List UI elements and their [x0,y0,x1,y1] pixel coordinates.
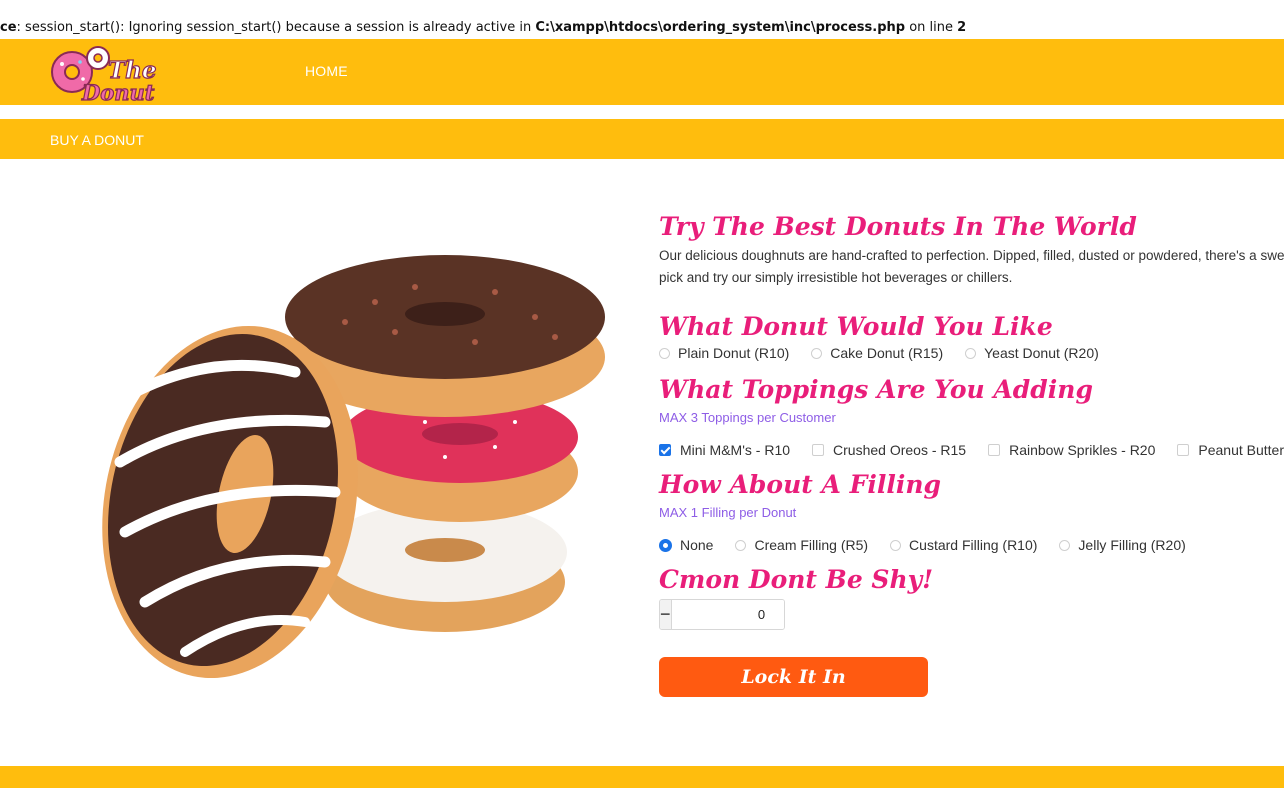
checkbox-rainbow-sprinkles[interactable] [988,444,1001,456]
sub-navbar: BUY A DONUT [0,119,1284,159]
radio-cream-filling[interactable] [735,539,747,551]
option-label: Jelly Filling (R20) [1078,537,1186,553]
option-label: Mini M&M's - R10 [680,442,791,458]
quantity-heading: Cmon Dont Be Shy! [659,565,934,594]
donut-logo[interactable]: The Donut [48,42,170,104]
order-form: Try The Best Donuts In The World Our del… [659,210,1284,697]
radio-plain-donut[interactable] [659,347,670,359]
radio-jelly-filling[interactable] [1059,539,1071,551]
filling-option-custard[interactable]: Custard Filling (R10) [890,537,1037,553]
intro-heading: Try The Best Donuts In The World [659,212,1137,241]
option-label: Yeast Donut (R20) [984,345,1099,361]
topping-option-oreos[interactable]: Crushed Oreos - R15 [812,442,966,458]
notice-message: : session_start(): Ignoring session_star… [16,20,536,35]
toppings-note: MAX 3 Toppings per Customer [659,410,836,425]
radio-yeast-donut[interactable] [965,347,977,359]
radio-cake-donut[interactable] [811,347,823,359]
logo-text-bottom: Donut [81,80,155,104]
filling-option-cream[interactable]: Cream Filling (R5) [735,537,868,553]
nav-home-link[interactable]: HOME [305,63,348,79]
checkbox-mini-mms[interactable] [659,444,671,456]
toppings-heading: What Toppings Are You Adding [659,375,1093,404]
footer-bar [0,766,1284,788]
nav-buy-donut-link[interactable]: BUY A DONUT [50,132,144,148]
quantity-decrement-button[interactable]: − [660,600,671,629]
donut-stack-image [102,255,605,679]
topping-option-sprinkles[interactable]: Rainbow Sprikles - R20 [988,442,1155,458]
quantity-input[interactable] [670,600,784,629]
lock-it-in-button[interactable]: Lock It In [659,657,928,697]
topping-option-peanut-butter[interactable]: Peanut Butter - R25 [1177,442,1284,458]
topping-options: Mini M&M's - R10 Crushed Oreos - R15 Rai… [659,442,1284,458]
radio-custard-filling[interactable] [890,539,902,551]
notice-on-line: on line [905,20,958,35]
option-label: Crushed Oreos - R15 [833,442,967,458]
option-label: Plain Donut (R10) [678,345,790,361]
option-label: None [680,537,714,553]
notice-line-number: 2 [957,20,967,35]
notice-prefix: ce [0,20,17,35]
intro-line-1: Our delicious doughnuts are hand-crafted… [659,248,1284,263]
quantity-stepper: − + [659,599,785,630]
filling-heading: How About A Filling [659,470,941,499]
php-notice: ce: session_start(): Ignoring session_st… [0,20,966,40]
checkbox-crushed-oreos[interactable] [812,444,825,456]
option-label: Custard Filling (R10) [909,537,1038,553]
option-label: Peanut Butter - R25 [1198,442,1284,458]
filling-note: MAX 1 Filling per Donut [659,505,797,520]
filling-options: None Cream Filling (R5) Custard Filling … [659,537,1284,553]
filling-option-jelly[interactable]: Jelly Filling (R20) [1059,537,1186,553]
intro-line-2: pick and try our simply irresistible hot… [659,270,1013,285]
donut-heading: What Donut Would You Like [659,312,1053,341]
notice-file: C:\xampp\htdocs\ordering_system\inc\proc… [535,20,906,35]
option-label: Rainbow Sprikles - R20 [1009,442,1156,458]
radio-filling-none[interactable] [659,538,672,552]
filling-option-none[interactable]: None [659,537,713,553]
option-label: Cake Donut (R15) [830,345,944,361]
topping-option-mms[interactable]: Mini M&M's - R10 [659,442,790,458]
donut-options: Plain Donut (R10) Cake Donut (R15) Yeast… [659,345,1284,361]
donut-option-yeast[interactable]: Yeast Donut (R20) [965,345,1099,361]
top-navbar: The Donut HOME [0,39,1284,105]
option-label: Cream Filling (R5) [754,537,869,553]
donut-option-plain[interactable]: Plain Donut (R10) [659,345,789,361]
donut-option-cake[interactable]: Cake Donut (R15) [811,345,943,361]
checkbox-peanut-butter[interactable] [1177,444,1190,456]
